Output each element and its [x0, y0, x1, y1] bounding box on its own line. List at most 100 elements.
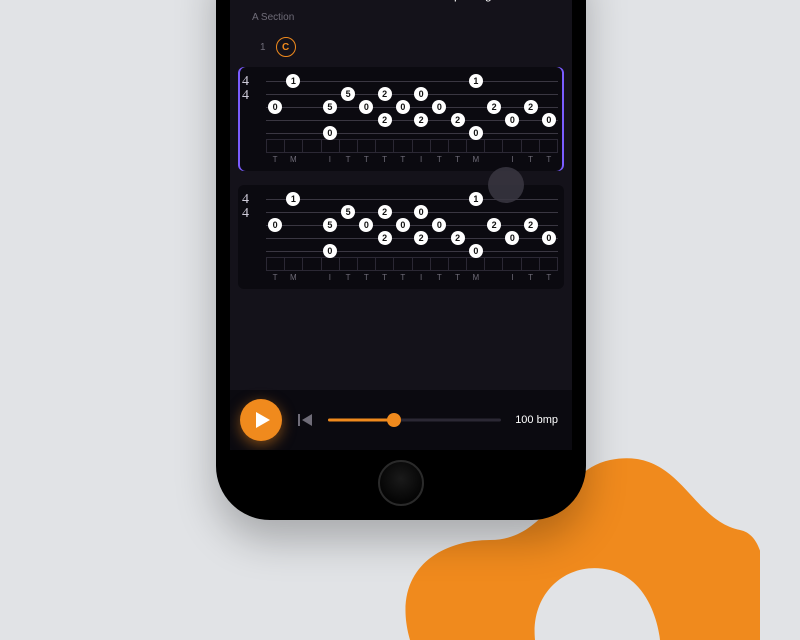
meta-speed[interactable]: Speed 100 bmp [414, 0, 485, 2]
tab-measure-1[interactable]: 4 4 0105502202002102020 TMITTTTITTMITT [238, 67, 564, 171]
meta-value: 100 bmp [414, 0, 485, 2]
fret-note[interactable]: 2 [378, 87, 392, 101]
tab-measure-2[interactable]: 4 4 0105502202002102020 TMITTTTITTMITT [238, 185, 564, 289]
home-button[interactable] [378, 460, 424, 506]
section-label: A Section [252, 12, 572, 23]
fingering-cell: T [522, 153, 540, 167]
fingering-row: TMITTTTITTMITT [266, 153, 558, 167]
fret-note[interactable]: 1 [286, 74, 300, 88]
fingering-cell: I [321, 271, 339, 285]
meta-key[interactable]: Key C [343, 0, 414, 2]
fret-note[interactable]: 2 [487, 218, 501, 232]
play-button[interactable] [240, 399, 282, 441]
fingering-cell: I [503, 271, 521, 285]
tab-staff[interactable]: 0105502202002102020 [266, 75, 558, 139]
fingering-cell: T [266, 153, 284, 167]
fingering-cell: T [449, 271, 467, 285]
fret-note[interactable]: 5 [341, 205, 355, 219]
fingering-cell: I [412, 271, 430, 285]
fingering-cell: T [394, 271, 412, 285]
fret-note[interactable]: 2 [487, 100, 501, 114]
fret-note[interactable]: 0 [268, 100, 282, 114]
rewind-icon [298, 414, 312, 426]
fret-note[interactable]: 0 [432, 218, 446, 232]
fingering-cell: T [266, 271, 284, 285]
fingering-cell: T [540, 153, 558, 167]
section-row: 1 C [230, 29, 572, 61]
fret-note[interactable]: 2 [414, 113, 428, 127]
fingering-cell: T [394, 153, 412, 167]
time-signature: 4 4 [242, 75, 249, 103]
fret-note[interactable]: 0 [432, 100, 446, 114]
fret-note[interactable]: 0 [396, 100, 410, 114]
fret-note[interactable]: 0 [359, 218, 373, 232]
tab-staff[interactable]: 0105502202002102020 [266, 193, 558, 257]
fingering-cell: M [467, 271, 485, 285]
fret-note[interactable]: 0 [469, 126, 483, 140]
fingering-cell: I [503, 153, 521, 167]
fingering-cell: T [357, 271, 375, 285]
fingering-cell: T [449, 153, 467, 167]
fingering-cell: M [467, 153, 485, 167]
fret-note[interactable]: 2 [378, 205, 392, 219]
fret-note[interactable]: 0 [268, 218, 282, 232]
fingering-cell [485, 271, 503, 285]
app-screen: Style Melodic Key C Speed 100 bmp Tuning… [230, 0, 572, 450]
meta-style[interactable]: Style Melodic [272, 0, 343, 2]
chord-button[interactable]: C [276, 37, 296, 57]
meta-value: C [343, 0, 414, 2]
meta-value: Melodic [272, 0, 343, 2]
fret-note[interactable]: 0 [542, 113, 556, 127]
fret-note[interactable]: 0 [505, 113, 519, 127]
fingering-cell: T [540, 271, 558, 285]
rewind-button[interactable] [296, 411, 314, 429]
slider-thumb[interactable] [387, 413, 401, 427]
fret-note[interactable]: 0 [505, 231, 519, 245]
fingering-cell: T [430, 271, 448, 285]
fingering-cell: T [430, 153, 448, 167]
fret-note[interactable]: 0 [396, 218, 410, 232]
fret-note[interactable]: 2 [524, 218, 538, 232]
fret-note[interactable]: 0 [469, 244, 483, 258]
fret-note[interactable]: 0 [359, 100, 373, 114]
fingering-cell: M [284, 153, 302, 167]
fingering-cell: M [284, 271, 302, 285]
fret-note[interactable]: 5 [341, 87, 355, 101]
fret-note[interactable]: 1 [469, 192, 483, 206]
fingering-cell: T [376, 271, 394, 285]
phone-frame: Style Melodic Key C Speed 100 bmp Tuning… [216, 0, 586, 520]
fret-note[interactable]: 0 [414, 87, 428, 101]
beat-grid [266, 139, 558, 153]
fret-note[interactable]: 1 [469, 74, 483, 88]
fret-note[interactable]: 2 [451, 113, 465, 127]
measure-number: 1 [260, 42, 266, 53]
fingering-cell [303, 271, 321, 285]
fret-note[interactable]: 0 [323, 126, 337, 140]
fret-note[interactable]: 0 [542, 231, 556, 245]
tempo-readout: 100 bmp [515, 414, 558, 426]
fret-note[interactable]: 5 [323, 100, 337, 114]
fingering-cell: T [376, 153, 394, 167]
fingering-cell: I [412, 153, 430, 167]
fingering-cell [485, 153, 503, 167]
fret-note[interactable]: 0 [414, 205, 428, 219]
fingering-cell: T [339, 271, 357, 285]
song-meta-row: Style Melodic Key C Speed 100 bmp Tuning… [230, 0, 572, 12]
slider-fill [328, 419, 394, 422]
fret-note[interactable]: 5 [323, 218, 337, 232]
fingering-cell: T [522, 271, 540, 285]
fret-note[interactable]: 2 [524, 100, 538, 114]
fret-note[interactable]: 2 [378, 231, 392, 245]
beat-grid [266, 257, 558, 271]
fret-note[interactable]: 2 [414, 231, 428, 245]
fingering-cell: T [357, 153, 375, 167]
tempo-slider[interactable] [328, 410, 501, 430]
fret-note[interactable]: 1 [286, 192, 300, 206]
meta-tuning[interactable]: Tuning gDGBD [485, 0, 556, 2]
fingering-cell [303, 153, 321, 167]
fingering-row: TMITTTTITTMITT [266, 271, 558, 285]
meta-value: gDGBD [485, 0, 556, 2]
fret-note[interactable]: 0 [323, 244, 337, 258]
fret-note[interactable]: 2 [451, 231, 465, 245]
fret-note[interactable]: 2 [378, 113, 392, 127]
